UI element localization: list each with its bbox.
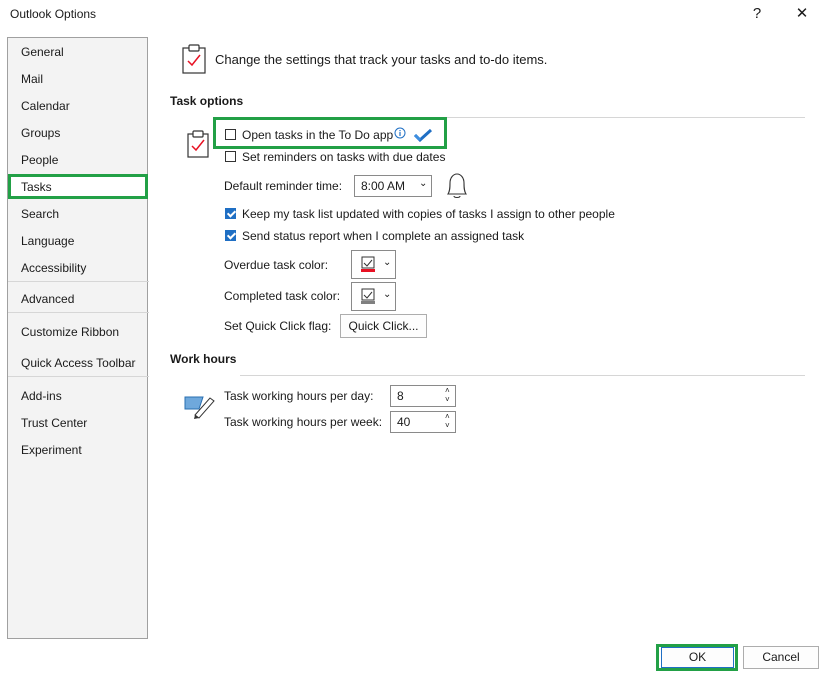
window-title: Outlook Options: [10, 7, 97, 21]
chevron-down-icon: ⌄: [383, 257, 392, 268]
sidebar-item-people[interactable]: People: [21, 153, 58, 167]
set-reminders-checkbox[interactable]: [225, 151, 236, 162]
sidebar-item-language[interactable]: Language: [21, 234, 74, 248]
send-status-label: Send status report when I complete an as…: [242, 229, 525, 243]
clipboard-icon: [360, 255, 376, 276]
ok-button[interactable]: OK: [661, 647, 734, 668]
overdue-color-label: Overdue task color:: [224, 258, 329, 272]
sidebar-item-tasks[interactable]: Tasks: [21, 180, 52, 194]
sidebar-item-experiment[interactable]: Experiment: [21, 443, 82, 457]
chevron-down-icon[interactable]: ˅: [445, 421, 450, 430]
open-in-todo-checkbox[interactable]: [225, 129, 236, 140]
overdue-color-picker[interactable]: ⌄: [351, 250, 396, 279]
completed-color-label: Completed task color:: [224, 289, 341, 303]
open-in-todo-label: Open tasks in the To Do app: [242, 128, 394, 142]
reminder-time-value: 8:00 AM: [361, 179, 406, 193]
task-clipboard-icon: [186, 130, 210, 161]
sidebar-item-trust-center[interactable]: Trust Center: [21, 416, 87, 430]
hours-per-week-label: Task working hours per week:: [224, 415, 383, 429]
hours-per-week-spinner[interactable]: 40 ˄ ˅: [390, 411, 456, 433]
quick-click-button[interactable]: Quick Click...: [340, 314, 427, 338]
hours-per-day-value: 8: [397, 389, 404, 403]
sidebar-divider: [8, 312, 149, 313]
section-divider: [240, 375, 805, 376]
page-description: Change the settings that track your task…: [215, 52, 548, 67]
cancel-button[interactable]: Cancel: [743, 646, 819, 669]
sidebar-item-add-ins[interactable]: Add-ins: [21, 389, 62, 403]
close-button[interactable]: ✕: [791, 4, 813, 24]
send-status-checkbox[interactable]: [225, 230, 236, 241]
hours-per-week-value: 40: [397, 415, 411, 429]
bell-icon: [443, 171, 471, 204]
task-options-heading: Task options: [170, 94, 244, 108]
sidebar-item-accessibility[interactable]: Accessibility: [21, 261, 86, 275]
sidebar-item-customize-ribbon[interactable]: Customize Ribbon: [21, 325, 119, 339]
chevron-up-icon[interactable]: ˄: [445, 386, 450, 395]
chevron-down-icon: ⌄: [383, 289, 392, 300]
sidebar-item-calendar[interactable]: Calendar: [21, 99, 70, 113]
sidebar: General Mail Calendar Groups People Task…: [7, 37, 149, 639]
chevron-down-icon: ⌄: [419, 178, 428, 189]
sidebar-item-advanced[interactable]: Advanced: [21, 292, 74, 306]
sidebar-item-mail[interactable]: Mail: [21, 72, 43, 86]
hours-per-day-label: Task working hours per day:: [224, 389, 374, 403]
info-icon[interactable]: [394, 127, 406, 142]
keep-updated-label: Keep my task list updated with copies of…: [242, 207, 615, 221]
reminder-time-label: Default reminder time:: [224, 179, 343, 193]
work-hours-heading: Work hours: [170, 352, 237, 366]
clipboard-icon: [360, 287, 376, 308]
set-reminders-label: Set reminders on tasks with due dates: [242, 150, 446, 164]
chevron-down-icon[interactable]: ˅: [445, 395, 450, 404]
completed-color-picker[interactable]: ⌄: [351, 282, 396, 311]
sidebar-item-general[interactable]: General: [21, 45, 64, 59]
sidebar-divider: [8, 376, 149, 377]
sidebar-item-quick-access-toolbar[interactable]: Quick Access Toolbar: [21, 356, 136, 370]
sidebar-item-groups[interactable]: Groups: [21, 126, 60, 140]
sidebar-divider: [8, 281, 149, 282]
reminder-time-select[interactable]: 8:00 AM ⌄: [354, 175, 432, 197]
todo-app-icon: [413, 128, 433, 145]
help-button[interactable]: ?: [746, 4, 768, 24]
chevron-up-icon[interactable]: ˄: [445, 412, 450, 421]
quick-click-label: Set Quick Click flag:: [224, 319, 332, 333]
pencil-ruler-icon: [183, 391, 217, 422]
hours-per-day-spinner[interactable]: 8 ˄ ˅: [390, 385, 456, 407]
sidebar-item-search[interactable]: Search: [21, 207, 59, 221]
clipboard-check-icon: [181, 44, 207, 77]
keep-updated-checkbox[interactable]: [225, 208, 236, 219]
